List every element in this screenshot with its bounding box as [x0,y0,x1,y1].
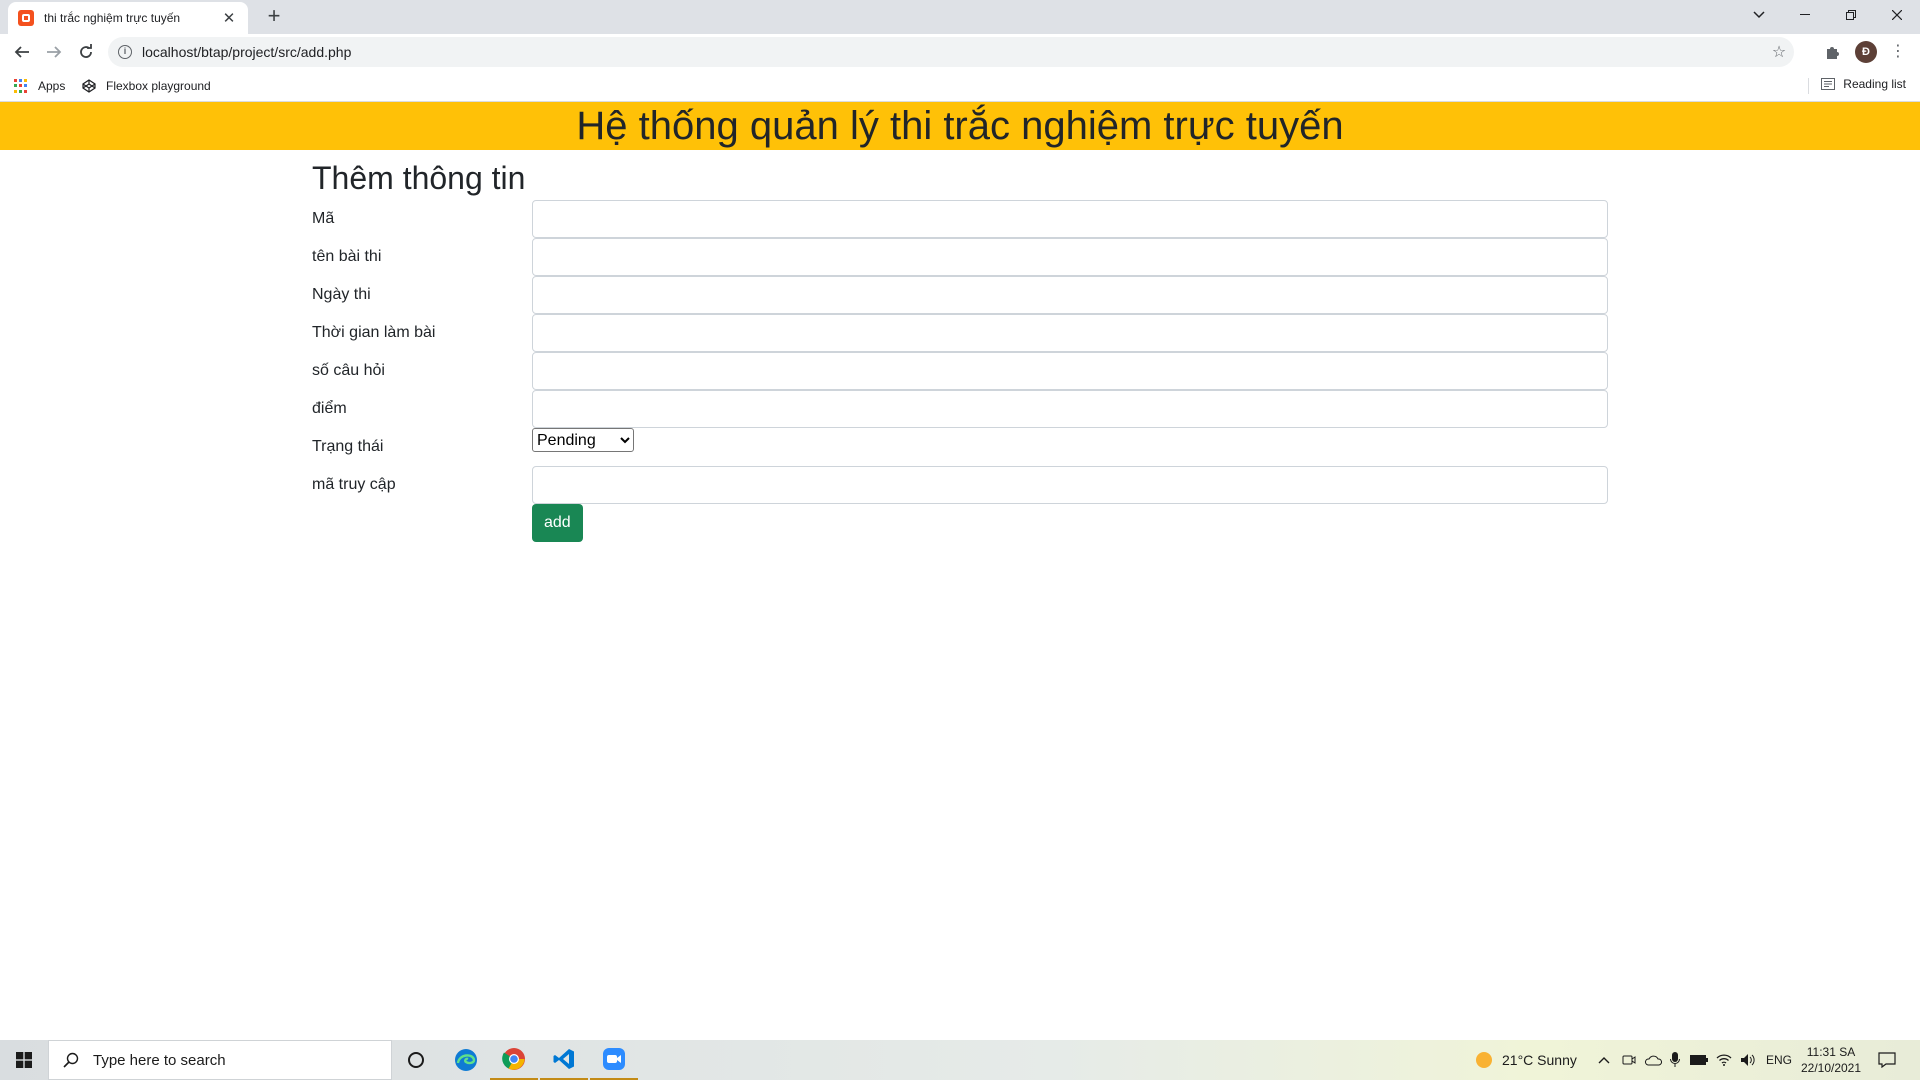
windows-taskbar: Type here to search 21°C Sunny ENG 11:31… [0,1040,1920,1080]
field-label: Thời gian làm bài [312,324,436,341]
bookmark-flexbox-playground[interactable]: Flexbox playground [82,77,211,95]
onedrive-cloud-icon[interactable] [1644,1040,1662,1080]
restore-icon[interactable] [1828,0,1874,30]
bookmark-label: Flexbox playground [106,79,211,93]
search-icon [49,1052,93,1068]
address-url[interactable]: localhost/btap/project/src/add.php [142,44,1764,60]
clock-time: 11:31 SA [1806,1045,1856,1059]
notification-center-icon[interactable] [1878,1040,1896,1080]
form-container: Thêm thông tin Mã tên bài thi Ngày thi T… [312,158,1608,542]
browser-tab[interactable]: thi trắc nghiệm trực tuyến ✕ [8,2,248,34]
ten-bai-thi-input[interactable] [532,238,1608,276]
meet-now-icon[interactable] [1622,1040,1636,1080]
form-row-diem: điểm [312,390,1608,428]
forward-arrow-icon[interactable] [42,40,66,64]
tray-overflow-chevron-icon[interactable] [1598,1040,1610,1080]
vscode-icon[interactable] [540,1040,588,1080]
windows-start-icon[interactable] [0,1040,48,1080]
page-banner: Hệ thống quản lý thi trắc nghiệm trực tu… [0,102,1920,150]
ngay-thi-input[interactable] [532,276,1608,314]
extensions-puzzle-icon[interactable] [1823,42,1843,62]
ma-truy-cap-input[interactable] [532,466,1608,504]
edge-browser-icon[interactable] [442,1040,490,1080]
form-row-thoi-gian: Thời gian làm bài [312,314,1608,352]
form-row-so-cau-hoi: số câu hỏi [312,352,1608,390]
xampp-favicon-icon [18,10,34,26]
diem-input[interactable] [532,390,1608,428]
minimize-icon[interactable] [1782,0,1828,30]
form-title: Thêm thông tin [312,160,526,196]
add-button[interactable]: add [532,504,583,542]
address-bar[interactable]: i localhost/btap/project/src/add.php ☆ [108,37,1794,67]
bookmarks-bar: Apps Flexbox playground Reading list [0,70,1920,102]
wifi-icon[interactable] [1716,1040,1732,1080]
field-label: số câu hỏi [312,362,385,379]
clock-date: 22/10/2021 [1800,1061,1862,1075]
chrome-browser-icon[interactable] [490,1040,538,1080]
thoi-gian-input[interactable] [532,314,1608,352]
weather-widget[interactable]: 21°C Sunny [1476,1040,1577,1080]
form-actions: add [532,504,1608,542]
tab-title: thi trắc nghiệm trực tuyến [44,11,181,25]
reading-list-label: Reading list [1843,77,1906,91]
browser-tab-strip: thi trắc nghiệm trực tuyến ✕ + [0,0,1920,34]
taskbar-search-box[interactable]: Type here to search [48,1040,392,1080]
field-label: mã truy cập [312,476,396,493]
battery-icon[interactable] [1690,1040,1708,1080]
tab-close-icon[interactable]: ✕ [220,9,238,27]
apps-grid-icon [14,79,28,93]
ma-input[interactable] [532,200,1608,238]
weather-text: 21°C Sunny [1502,1052,1577,1068]
close-window-icon[interactable] [1874,0,1920,30]
field-label: tên bài thi [312,248,382,265]
site-info-icon[interactable]: i [118,45,132,59]
bookmark-label: Apps [38,79,66,93]
input-language[interactable]: ENG [1766,1040,1792,1080]
zoom-icon[interactable] [590,1040,638,1080]
cortana-icon[interactable] [392,1040,440,1080]
back-arrow-icon[interactable] [10,40,34,64]
reload-icon[interactable] [74,40,98,64]
form-row-trang-thai: Trạng thái Pending [312,428,1608,466]
browser-toolbar: i localhost/btap/project/src/add.php ☆ Đ… [0,34,1920,70]
codepen-icon [82,79,96,93]
microphone-icon[interactable] [1670,1040,1680,1080]
reading-list-button[interactable]: Reading list [1821,77,1906,91]
page-viewport: Hệ thống quản lý thi trắc nghiệm trực tu… [0,102,1920,1040]
trang-thai-select[interactable]: Pending [532,428,634,452]
bookmark-apps[interactable]: Apps [14,77,65,95]
sun-icon [1476,1052,1492,1068]
taskbar-search-placeholder: Type here to search [93,1051,226,1069]
reading-list-icon [1821,78,1836,90]
so-cau-hoi-input[interactable] [532,352,1608,390]
field-label: Ngày thi [312,286,371,303]
bookmark-star-icon[interactable]: ☆ [1764,42,1794,62]
system-clock[interactable]: 11:31 SA 22/10/2021 [1796,1044,1866,1076]
form-row-ten-bai-thi: tên bài thi [312,238,1608,276]
bookmarks-divider [1808,78,1809,94]
field-label: Trạng thái [312,438,384,455]
browser-menu-icon[interactable]: ⋮ [1888,40,1908,64]
form-row-ma: Mã [312,200,1608,238]
tab-search-icon[interactable] [1736,0,1782,30]
form-row-ngay-thi: Ngày thi [312,276,1608,314]
volume-icon[interactable] [1740,1040,1756,1080]
form-row-ma-truy-cap: mã truy cập [312,466,1608,504]
profile-avatar[interactable]: Đ [1855,41,1877,63]
field-label: Mã [312,210,335,227]
new-tab-button[interactable]: + [260,5,288,29]
field-label: điểm [312,400,347,417]
